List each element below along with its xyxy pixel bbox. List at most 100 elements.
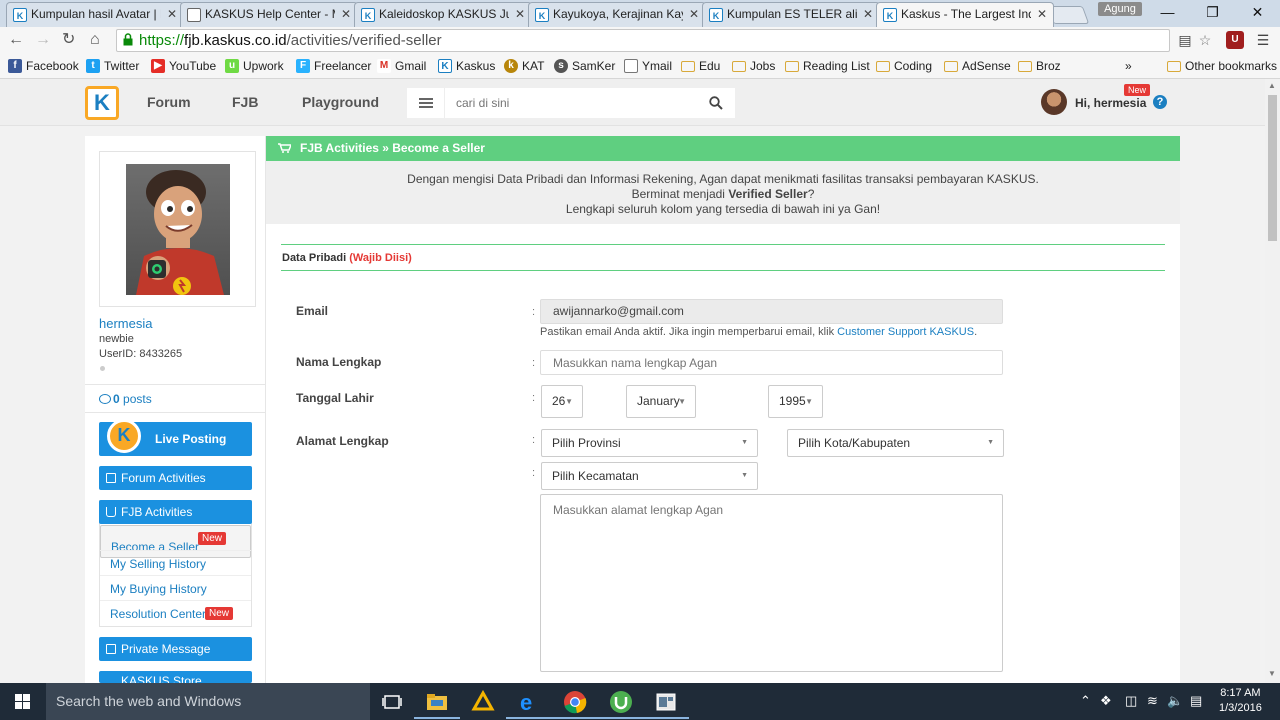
close-icon[interactable]: ✕ — [515, 3, 525, 26]
dropbox-tray-icon[interactable]: ❖ — [1100, 693, 1112, 709]
page-scrollbar[interactable]: ▲ ▼ — [1265, 79, 1280, 683]
tab-kaskus-active[interactable]: K Kaskus - The Largest Ind ✕ — [876, 2, 1054, 27]
google-drive-icon[interactable] — [471, 689, 495, 714]
url-bar[interactable]: https://fjb.kaskus.co.id/activities/veri… — [116, 29, 1170, 52]
user-greeting[interactable]: Hi, hermesia — [1075, 96, 1146, 110]
utorrent-icon[interactable] — [598, 690, 644, 719]
close-icon[interactable]: ✕ — [1037, 3, 1047, 26]
nav-forum[interactable]: Forum — [147, 94, 191, 110]
reload-icon[interactable]: ↻ — [62, 30, 75, 50]
comment-icon — [99, 394, 111, 404]
chrome-icon[interactable] — [552, 690, 598, 719]
minimize-icon[interactable]: — — [1145, 0, 1190, 25]
close-icon[interactable]: ✕ — [863, 3, 873, 26]
edge-browser-icon[interactable]: e — [506, 690, 552, 719]
ublock-icon[interactable]: U — [1226, 31, 1244, 49]
close-icon[interactable]: ✕ — [689, 3, 699, 26]
live-posting-button[interactable]: K Live Posting — [99, 419, 252, 456]
bookmark-facebook[interactable]: f Facebook — [8, 58, 79, 74]
bookmark-folder-adsense[interactable]: AdSense — [944, 58, 1011, 74]
fjb-activities-button[interactable]: FJB Activities — [99, 500, 252, 524]
file-explorer-icon[interactable] — [414, 690, 460, 719]
customer-support-link[interactable]: Customer Support KASKUS — [837, 326, 974, 338]
app-window-icon[interactable] — [643, 690, 689, 719]
bookmark-samker[interactable]: s SamKer — [554, 58, 615, 74]
bookmark-ymail[interactable]: Ymail — [624, 58, 672, 74]
browser-profile-chip[interactable]: Agung — [1098, 2, 1142, 16]
nav-fjb[interactable]: FJB — [232, 94, 258, 110]
address-textarea[interactable] — [540, 494, 1003, 672]
task-view-icon[interactable] — [380, 690, 404, 714]
bookmark-folder-edu[interactable]: Edu — [681, 58, 720, 74]
fjb-item-resolution-center[interactable]: Resolution Center New — [100, 600, 251, 625]
fjb-item-selling-history[interactable]: My Selling History — [100, 550, 251, 575]
bookmark-youtube[interactable]: ▶ YouTube — [151, 58, 216, 74]
full-name-input[interactable] — [540, 350, 1003, 375]
bookmark-folder-broz[interactable]: Broz — [1018, 58, 1061, 74]
kaskus-icon: K — [438, 59, 452, 73]
address-bar-row: ← → ↻ ⌂ https://fjb.kaskus.co.id/activit… — [0, 27, 1280, 54]
menu-icon[interactable]: ☰ — [1254, 31, 1272, 49]
translate-icon[interactable]: ▤ — [1176, 31, 1194, 49]
colon: : — [532, 392, 536, 404]
system-clock[interactable]: 8:17 AM 1/3/2016 — [1219, 686, 1262, 716]
bookmark-folder-coding[interactable]: Coding — [876, 58, 932, 74]
windows-start-icon[interactable] — [0, 683, 46, 720]
email-label: Email — [296, 304, 329, 318]
bookmark-kaskus[interactable]: K Kaskus — [438, 58, 495, 74]
show-hidden-icons-chevron[interactable]: ⌃ — [1080, 693, 1091, 709]
window-close-icon[interactable]: ✕ — [1235, 0, 1280, 25]
tab-help-center[interactable]: KASKUS Help Center - M ✕ — [180, 2, 358, 27]
battery-icon[interactable]: ◫ — [1125, 693, 1137, 709]
scroll-down-icon[interactable]: ▼ — [1268, 669, 1276, 678]
bookmark-other[interactable]: Other bookmarks — [1167, 58, 1277, 74]
profile-avatar-image[interactable] — [126, 164, 230, 295]
private-message-button[interactable]: Private Message — [99, 637, 252, 661]
tab-es-teler[interactable]: K Kumpulan ES TELER alias ✕ — [702, 2, 880, 27]
bookmark-upwork[interactable]: u Upwork — [225, 58, 284, 74]
tab-kaleidoskop[interactable]: K Kaleidoskop KASKUS Jua ✕ — [354, 2, 532, 27]
close-icon[interactable]: ✕ — [167, 3, 177, 26]
tab-kumpulan-avatar[interactable]: K Kumpulan hasil Avatar | K ✕ — [6, 2, 184, 27]
back-arrow-icon[interactable]: ← — [8, 30, 24, 50]
district-select[interactable]: Pilih Kecamatan ▼ — [541, 462, 758, 490]
dob-day-select[interactable]: 26 ▼ — [541, 385, 583, 418]
kaskus-logo[interactable]: K — [85, 86, 119, 120]
taskbar-search[interactable]: Search the web and Windows — [46, 683, 370, 720]
bookmark-twitter[interactable]: t Twitter — [86, 58, 139, 74]
city-select[interactable]: Pilih Kota/Kabupaten ▼ — [787, 429, 1004, 457]
posts-link[interactable]: 0 posts — [99, 392, 152, 406]
forward-arrow-icon[interactable]: → — [35, 30, 51, 50]
help-icon[interactable]: ? — [1153, 95, 1167, 109]
nav-playground[interactable]: Playground — [302, 94, 379, 110]
fjb-item-buying-history[interactable]: My Buying History — [100, 575, 251, 600]
home-icon[interactable]: ⌂ — [90, 30, 100, 50]
dob-month-select[interactable]: January ▼ — [626, 385, 696, 418]
scroll-up-icon[interactable]: ▲ — [1268, 81, 1276, 90]
close-icon[interactable]: ✕ — [341, 3, 351, 26]
category-menu-icon[interactable] — [407, 88, 445, 118]
wifi-icon[interactable]: ≋ — [1147, 693, 1158, 709]
bookmark-folder-jobs[interactable]: Jobs — [732, 58, 775, 74]
dob-year-select[interactable]: 1995 ▼ — [768, 385, 823, 418]
tab-kayukoya[interactable]: K Kayukoya, Kerajinan Kayu ✕ — [528, 2, 706, 27]
avatar[interactable] — [1041, 89, 1067, 115]
scrollbar-thumb[interactable] — [1268, 95, 1277, 241]
tab-title: Kayukoya, Kerajinan Kayu — [553, 7, 683, 21]
bookmark-gmail[interactable]: M Gmail — [377, 58, 426, 74]
more-bookmarks-chevron[interactable]: » — [1125, 58, 1132, 74]
province-select[interactable]: Pilih Provinsi ▼ — [541, 429, 758, 457]
bookmark-kat[interactable]: k KAT — [504, 58, 544, 74]
bookmark-freelancer[interactable]: F Freelancer — [296, 58, 371, 74]
bookmark-label: KAT — [522, 59, 545, 73]
search-icon[interactable] — [709, 96, 723, 110]
search-input[interactable] — [445, 88, 695, 118]
volume-icon[interactable]: 🔈 — [1167, 693, 1183, 709]
bookmark-folder-reading-list[interactable]: Reading List — [785, 58, 870, 74]
notifications-icon[interactable]: ▤ — [1190, 693, 1202, 709]
restore-icon[interactable]: ❐ — [1190, 0, 1235, 25]
forum-activities-button[interactable]: Forum Activities — [99, 466, 252, 490]
kaskus-store-button[interactable]: KASKUS Store — [99, 671, 252, 683]
profile-username[interactable]: hermesia — [99, 316, 152, 331]
star-icon[interactable]: ☆ — [1196, 31, 1214, 49]
